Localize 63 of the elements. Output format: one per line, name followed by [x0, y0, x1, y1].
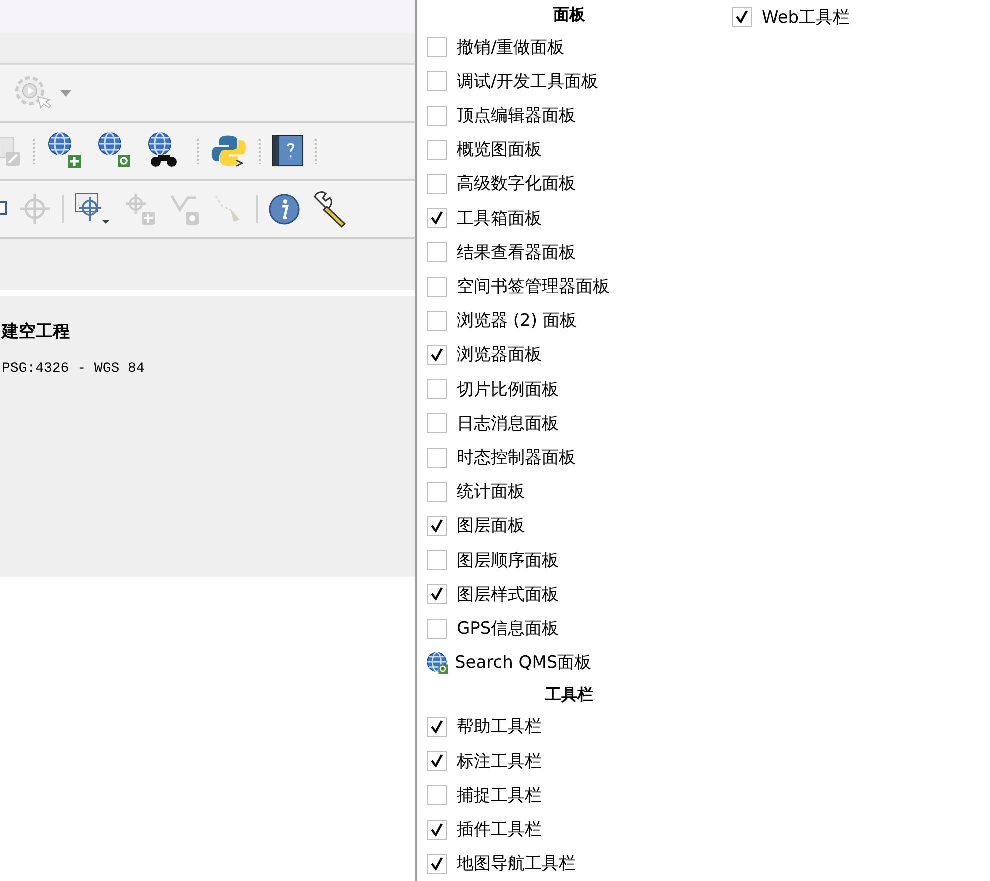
checkbox[interactable]	[427, 310, 447, 331]
checkbox[interactable]	[427, 379, 447, 400]
menu-item[interactable]: 日志消息面板	[457, 412, 559, 435]
project-title: 建空工程	[2, 321, 71, 344]
toolbar-handle[interactable]	[258, 138, 262, 164]
crs-label: PSG:4326 - WGS 84	[2, 361, 145, 377]
menu-item[interactable]: 时态控制器面板	[457, 446, 576, 470]
checkbox[interactable]	[427, 618, 447, 639]
checkbox[interactable]	[427, 751, 447, 772]
menu-item[interactable]: GPS信息面板	[457, 617, 560, 640]
toolbar-handle[interactable]	[32, 138, 36, 164]
checkbox[interactable]	[427, 584, 447, 604]
checkbox[interactable]	[427, 820, 447, 840]
checkbox[interactable]	[427, 106, 447, 126]
checkbox[interactable]	[427, 140, 447, 160]
checkbox[interactable]	[427, 448, 447, 468]
menu-item[interactable]: Search QMS面板	[455, 651, 592, 674]
menu-item[interactable]: 浏览器 (2) 面板	[457, 309, 577, 332]
crosshair-add-icon[interactable]	[124, 192, 158, 226]
menu-item[interactable]: 插件工具栏	[457, 818, 542, 842]
checkbox[interactable]	[427, 37, 447, 58]
checkbox[interactable]	[427, 550, 447, 570]
checkbox[interactable]	[427, 242, 447, 262]
info-icon[interactable]	[268, 192, 301, 226]
checkbox[interactable]	[427, 276, 447, 297]
menu-item[interactable]: 切片比例面板	[457, 378, 559, 401]
globe-search-icon	[425, 650, 449, 675]
menu-item[interactable]: 顶点编辑器面板	[457, 104, 576, 127]
checkbox[interactable]	[427, 716, 447, 737]
help-book-icon[interactable]	[272, 135, 304, 167]
menu-item[interactable]: Web工具栏	[762, 6, 850, 29]
checkbox[interactable]	[427, 482, 447, 502]
menu-item[interactable]: 空间书签管理器面板	[457, 275, 610, 298]
menu-item[interactable]: 高级数字化面板	[457, 172, 576, 196]
checkbox[interactable]	[427, 174, 447, 194]
checkbox[interactable]	[427, 854, 447, 874]
toolbar-handle[interactable]	[196, 138, 200, 164]
checkbox[interactable]	[427, 71, 447, 92]
section-heading: 工具栏	[546, 684, 594, 706]
menu-item[interactable]: 图层面板	[457, 514, 525, 538]
menu-item[interactable]: 调试/开发工具面板	[457, 70, 599, 93]
menu-item[interactable]: 概览图面板	[457, 138, 542, 162]
checkbox[interactable]	[427, 785, 447, 806]
menu-item[interactable]: 捕捉工具栏	[457, 784, 542, 807]
checkbox[interactable]	[427, 413, 447, 434]
crosshair-icon[interactable]	[18, 192, 52, 226]
menu-item[interactable]: 图层顺序面板	[457, 548, 559, 572]
toolbar-handle[interactable]	[314, 138, 318, 164]
menu-item[interactable]: 图层样式面板	[457, 582, 559, 606]
menu-item[interactable]: 地图导航工具栏	[457, 852, 576, 876]
checkbox[interactable]	[427, 208, 447, 228]
menu-item[interactable]: 工具箱面板	[457, 206, 542, 230]
checkbox[interactable]	[732, 7, 752, 28]
section-heading: 面板	[554, 4, 586, 26]
caret-icon[interactable]	[60, 90, 72, 96]
menu-item[interactable]: 撤销/重做面板	[457, 36, 565, 59]
checkbox[interactable]	[427, 344, 447, 365]
menu-item[interactable]: 帮助工具栏	[457, 715, 542, 738]
menu-item[interactable]: 浏览器面板	[457, 343, 542, 366]
checkbox[interactable]	[427, 516, 447, 536]
menu-item[interactable]: 结果查看器面板	[457, 240, 576, 264]
menu-item[interactable]: 标注工具栏	[457, 750, 542, 773]
menu-item[interactable]: 统计面板	[457, 480, 525, 504]
